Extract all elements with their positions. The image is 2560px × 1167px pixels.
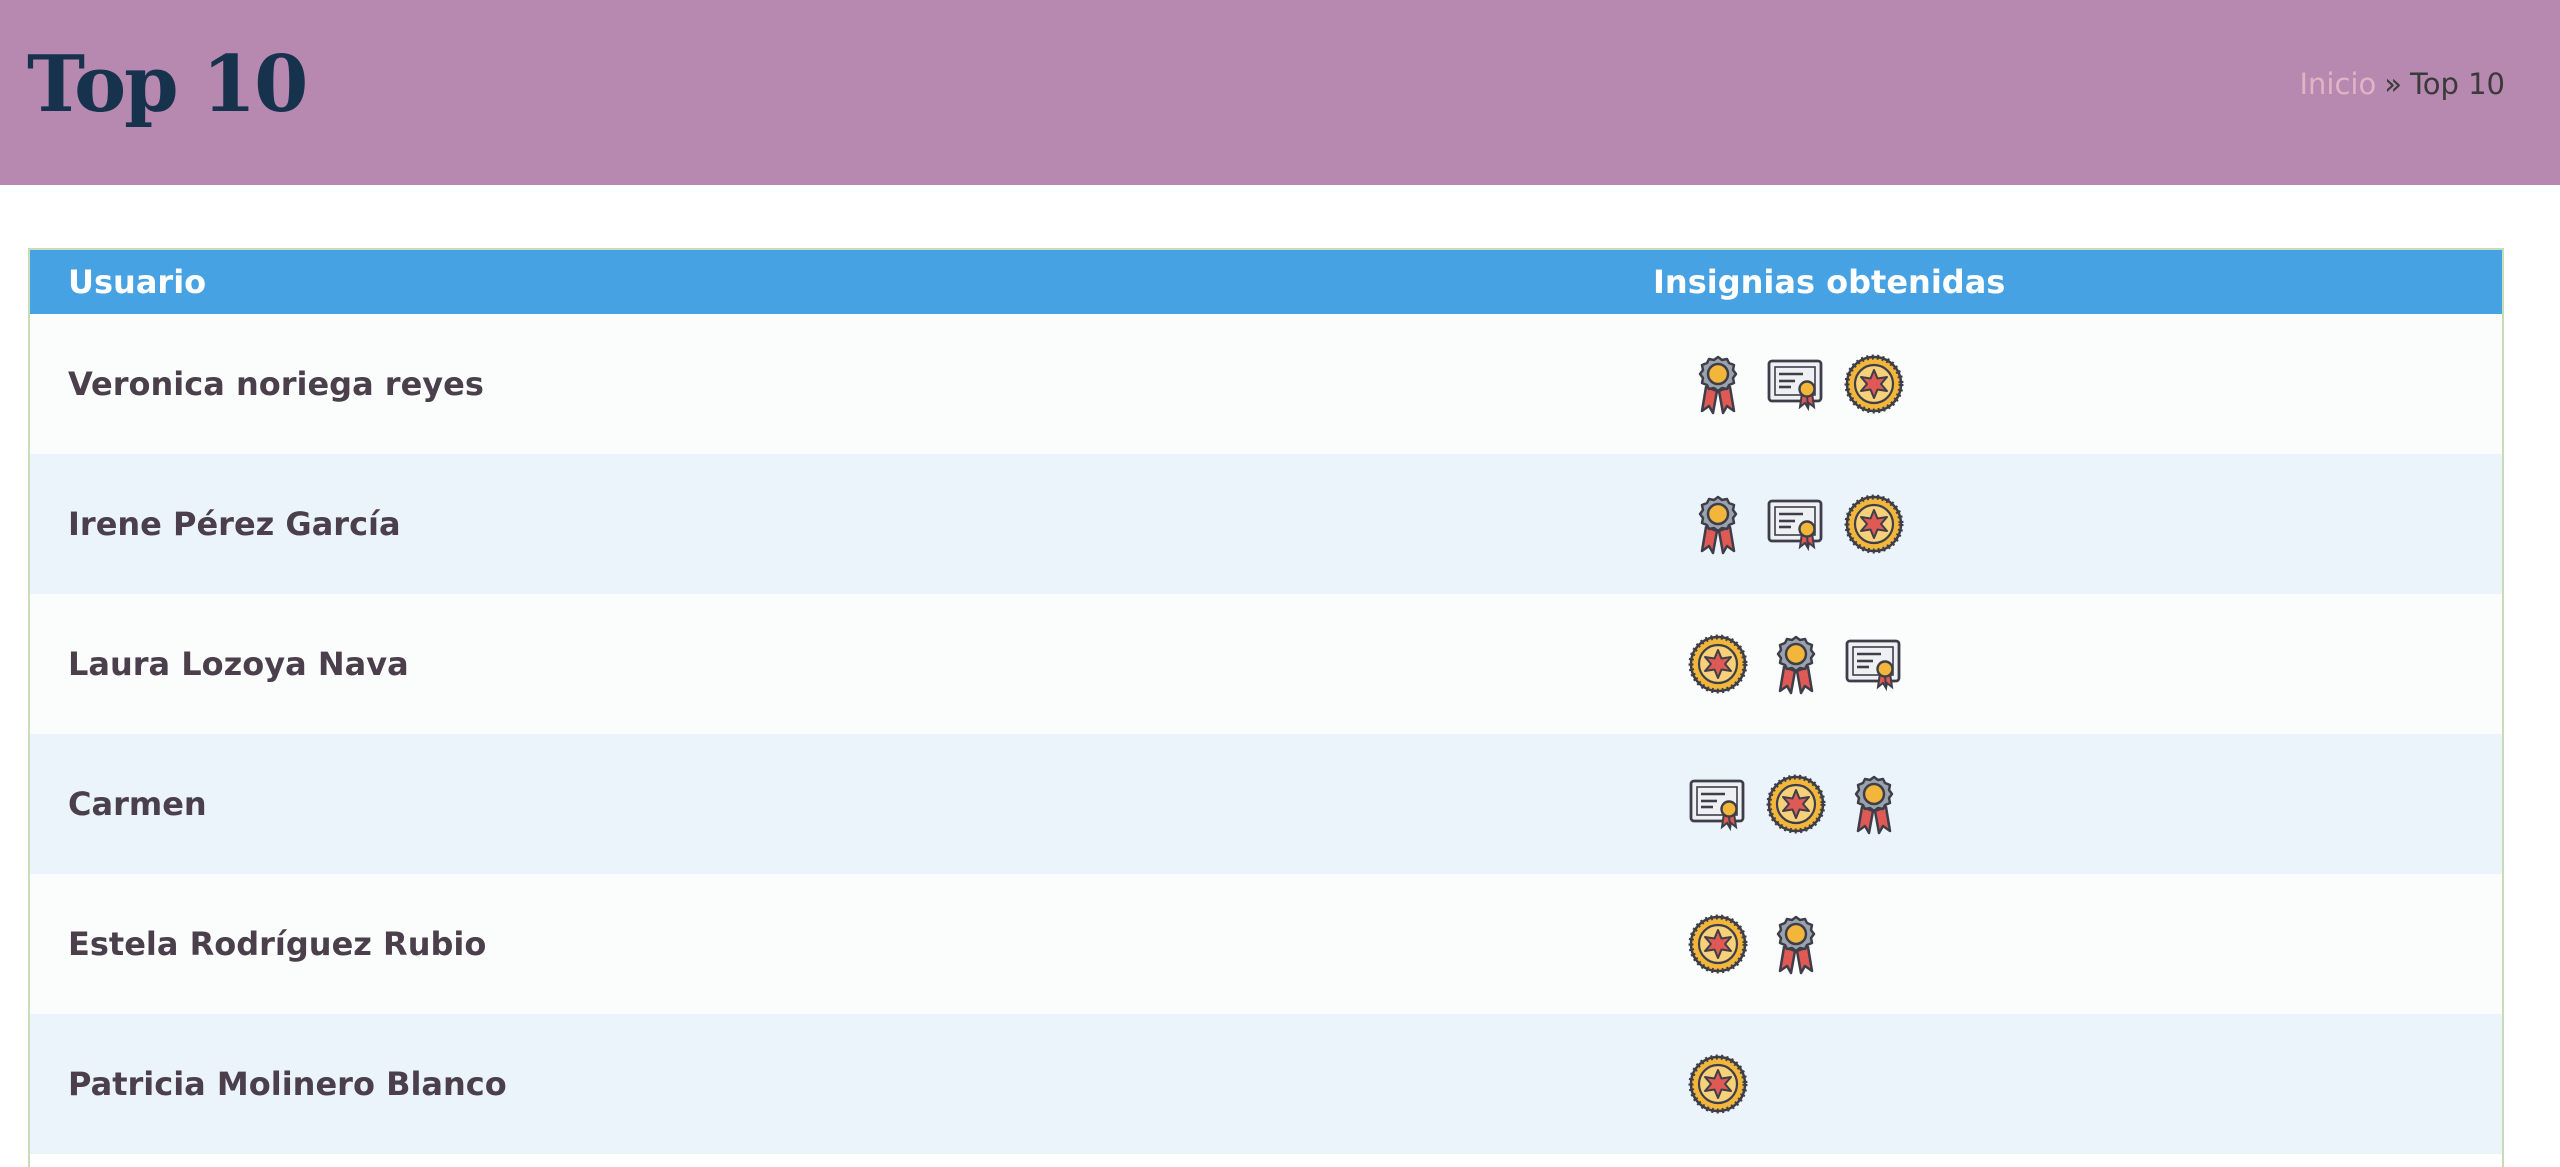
breadcrumb-current: Top 10 (2409, 67, 2505, 101)
medal-badge-icon (1686, 351, 1750, 417)
column-header-badges: Insignias obtenidas (1653, 263, 2006, 301)
user-name: Laura Lozoya Nava (68, 645, 409, 683)
badge-list (1686, 1051, 1750, 1117)
star-seal-badge-icon (1842, 491, 1906, 557)
star-seal-badge-icon (1842, 351, 1906, 417)
medal-badge-icon (1686, 491, 1750, 557)
badge-list (1686, 631, 1906, 697)
badge-list (1686, 911, 1828, 977)
breadcrumb-separator: » (2384, 67, 2402, 101)
column-header-user: Usuario (68, 263, 207, 301)
table-row: Laura Lozoya Nava (30, 594, 2502, 734)
table-row: Veronica noriega reyes (30, 314, 2502, 454)
certificate-badge-icon (1686, 771, 1750, 837)
medal-badge-icon (1764, 631, 1828, 697)
user-name: Estela Rodríguez Rubio (68, 925, 487, 963)
star-seal-badge-icon (1764, 771, 1828, 837)
user-name: Irene Pérez García (68, 505, 401, 543)
star-seal-badge-icon (1686, 631, 1750, 697)
table-header: Usuario Insignias obtenidas (30, 250, 2502, 314)
star-seal-badge-icon (1686, 911, 1750, 977)
table-row: Patricia Molinero Blanco (30, 1014, 2502, 1154)
user-name: Carmen (68, 785, 207, 823)
badge-list (1686, 491, 1906, 557)
table-row: Estela Rodríguez Rubio (30, 874, 2502, 1014)
top10-table: Usuario Insignias obtenidas Veronica nor… (28, 248, 2504, 1167)
certificate-badge-icon (1764, 491, 1828, 557)
breadcrumb: Inicio» Top 10 (2299, 64, 2505, 104)
breadcrumb-home-link[interactable]: Inicio (2299, 67, 2376, 101)
medal-badge-icon (1764, 911, 1828, 977)
user-name: Veronica noriega reyes (68, 365, 484, 403)
table-row: Irene Pérez García (30, 454, 2502, 594)
star-seal-badge-icon (1686, 1051, 1750, 1117)
table-body: Veronica noriega reyes Irene Pérez García… (30, 314, 2502, 1154)
badge-list (1686, 351, 1906, 417)
certificate-badge-icon (1764, 351, 1828, 417)
medal-badge-icon (1842, 771, 1906, 837)
user-name: Patricia Molinero Blanco (68, 1065, 507, 1103)
table-row: Carmen (30, 734, 2502, 874)
page-title: Top 10 (27, 39, 308, 130)
certificate-badge-icon (1842, 631, 1906, 697)
page-header: Top 10 Inicio» Top 10 (0, 0, 2560, 185)
badge-list (1686, 771, 1906, 837)
